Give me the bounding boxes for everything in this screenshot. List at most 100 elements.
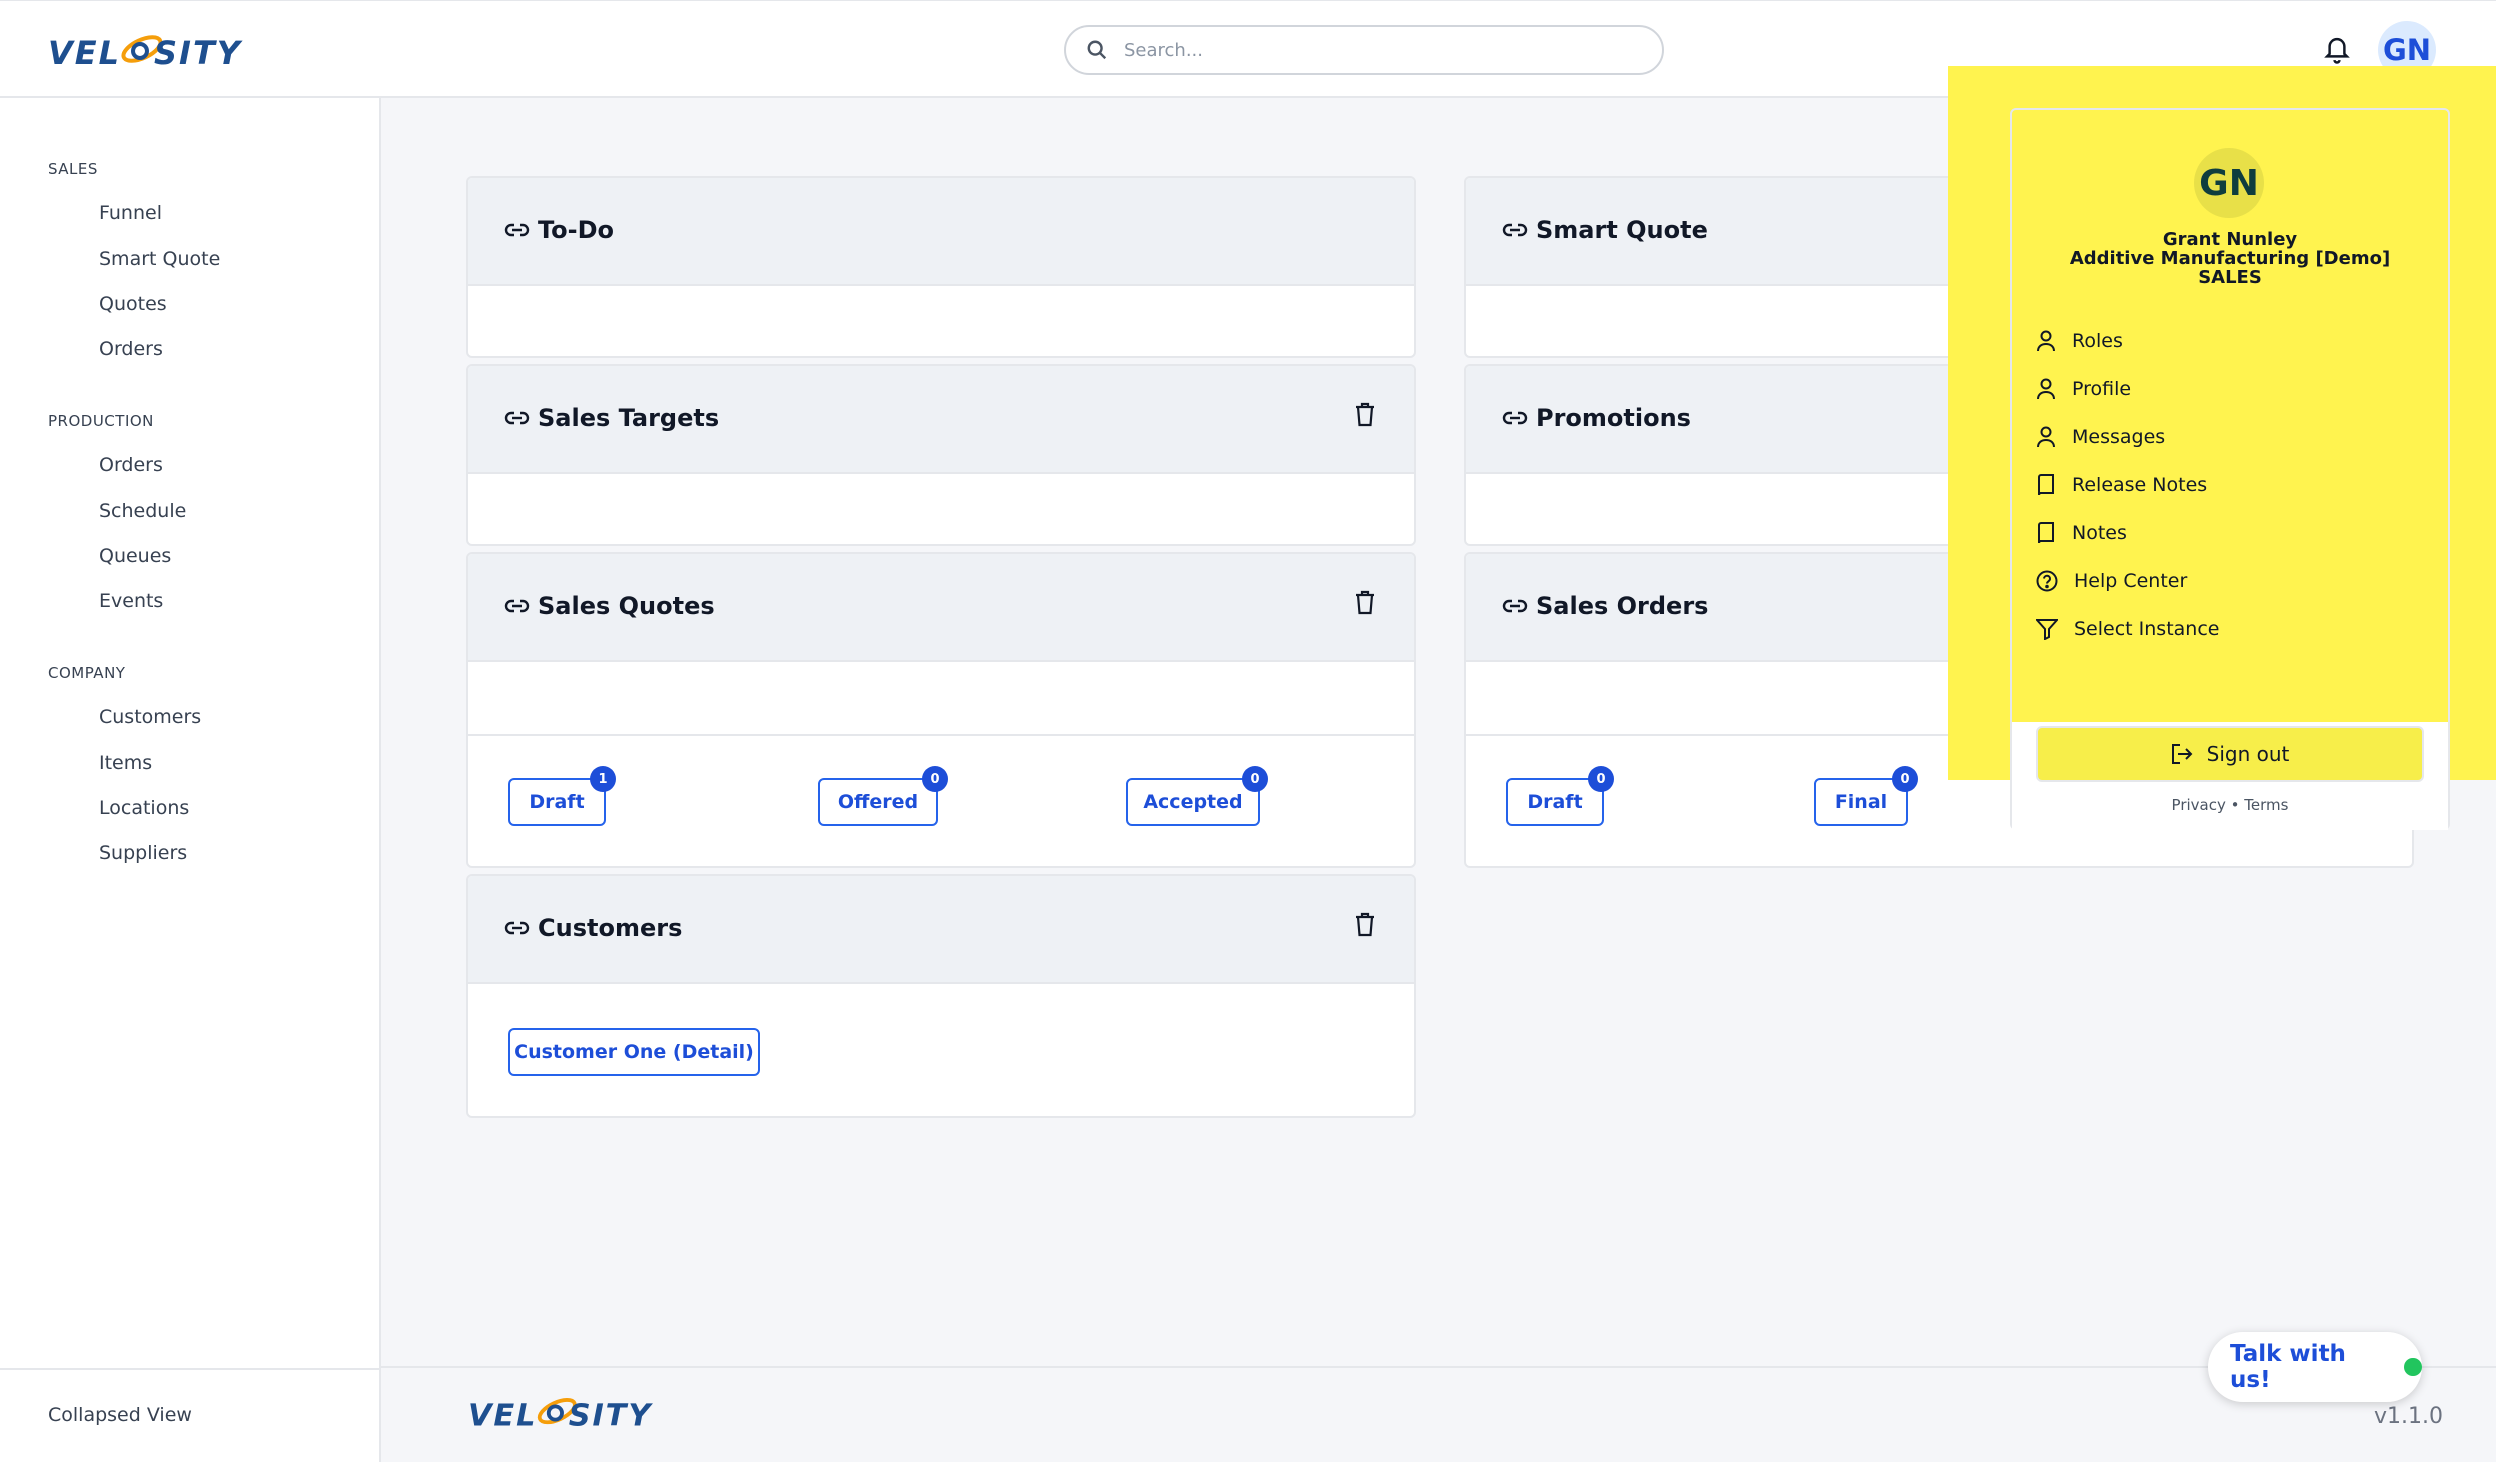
- sidebar-item-sales-orders[interactable]: Orders: [99, 338, 163, 360]
- menu-item-messages-label: Messages: [2072, 426, 2166, 448]
- dropdown-avatar: GN: [2194, 148, 2264, 218]
- sales-targets-card-header: Sales Targets: [468, 366, 1414, 474]
- sidebar: SALES Funnel Smart Quote Quotes Orders P…: [0, 98, 381, 1462]
- promotions-card-link[interactable]: Promotions: [1502, 404, 1691, 432]
- sidebar-item-production-orders[interactable]: Orders: [99, 454, 163, 476]
- user-icon: [2037, 426, 2055, 448]
- link-icon: [504, 921, 530, 935]
- sales-quotes-card-header: Sales Quotes: [468, 554, 1414, 662]
- menu-item-help-center-label: Help Center: [2074, 570, 2188, 592]
- sales-quotes-card-title: Sales Quotes: [538, 592, 715, 620]
- quote-accepted-count-badge: 0: [1242, 766, 1268, 792]
- sidebar-section-production: PRODUCTION: [48, 412, 154, 430]
- sidebar-item-locations[interactable]: Locations: [99, 797, 189, 819]
- user-icon: [2037, 330, 2055, 352]
- sidebar-divider: [0, 1368, 381, 1370]
- menu-item-roles-label: Roles: [2072, 330, 2123, 352]
- sign-out-icon: [2171, 744, 2193, 764]
- sidebar-section-sales: SALES: [48, 160, 98, 178]
- trash-icon[interactable]: [1354, 402, 1376, 432]
- collapsed-view-toggle[interactable]: Collapsed View: [48, 1404, 192, 1426]
- link-icon: [1502, 599, 1528, 613]
- notification-bell-icon[interactable]: [2322, 33, 2352, 69]
- legal-links: Privacy • Terms: [2010, 796, 2450, 814]
- smart-quote-card-link[interactable]: Smart Quote: [1502, 216, 1708, 244]
- sales-quotes-card-link[interactable]: Sales Quotes: [504, 592, 715, 620]
- todo-card-title: To-Do: [538, 216, 615, 244]
- menu-item-help-center[interactable]: Help Center: [2036, 570, 2187, 592]
- sidebar-item-items[interactable]: Items: [99, 752, 152, 774]
- menu-item-roles[interactable]: Roles: [2036, 330, 2123, 352]
- sign-out-label: Sign out: [2206, 742, 2290, 766]
- menu-item-release-notes[interactable]: Release Notes: [2036, 474, 2207, 496]
- svg-text:SITY: SITY: [154, 34, 243, 72]
- dropdown-caret: [2396, 92, 2428, 108]
- trash-icon[interactable]: [1354, 590, 1376, 620]
- menu-item-notes[interactable]: Notes: [2036, 522, 2127, 544]
- sales-targets-card-title: Sales Targets: [538, 404, 720, 432]
- menu-item-profile-label: Profile: [2072, 378, 2132, 400]
- sign-out-button[interactable]: Sign out: [2036, 726, 2424, 782]
- sales-targets-card: Sales Targets: [466, 364, 1416, 546]
- todo-card-header: To-Do: [468, 178, 1414, 286]
- sidebar-item-funnel[interactable]: Funnel: [99, 202, 162, 224]
- quote-status-accepted-button[interactable]: Accepted: [1126, 778, 1260, 826]
- link-icon: [504, 411, 530, 425]
- velosity-logo[interactable]: VEL SITY: [48, 29, 241, 73]
- order-draft-count-badge: 0: [1588, 766, 1614, 792]
- sidebar-item-customers[interactable]: Customers: [99, 706, 201, 728]
- footer-velosity-logo: VEL SITY: [468, 1392, 658, 1438]
- link-icon: [504, 599, 530, 613]
- global-search[interactable]: [1064, 25, 1664, 75]
- user-role: SALES: [2198, 267, 2262, 288]
- book-icon: [2038, 474, 2054, 496]
- user-full-name: Grant Nunley: [2162, 229, 2298, 250]
- sidebar-item-events[interactable]: Events: [99, 590, 163, 612]
- link-icon: [504, 223, 530, 237]
- sidebar-item-suppliers[interactable]: Suppliers: [99, 842, 187, 864]
- customers-card-header: Customers: [468, 876, 1414, 984]
- sales-targets-card-link[interactable]: Sales Targets: [504, 404, 719, 432]
- filter-icon: [2036, 619, 2058, 640]
- menu-item-messages[interactable]: Messages: [2036, 426, 2165, 448]
- menu-item-release-notes-label: Release Notes: [2072, 474, 2208, 496]
- sidebar-item-quotes[interactable]: Quotes: [99, 293, 167, 315]
- menu-item-select-instance-label: Select Instance: [2074, 618, 2220, 640]
- svg-text:VEL: VEL: [468, 1398, 537, 1433]
- search-input[interactable]: [1124, 35, 1644, 65]
- online-status-dot: [2404, 1358, 2422, 1376]
- sidebar-section-company: COMPANY: [48, 664, 126, 682]
- sales-orders-card-link[interactable]: Sales Orders: [1502, 592, 1708, 620]
- todo-card-link[interactable]: To-Do: [504, 216, 614, 244]
- quote-offered-count-badge: 0: [922, 766, 948, 792]
- sidebar-item-smart-quote[interactable]: Smart Quote: [99, 248, 220, 270]
- user-company: Additive Manufacturing [Demo]: [2069, 248, 2391, 269]
- smart-quote-card-title: Smart Quote: [1536, 216, 1708, 244]
- quote-status-offered-button[interactable]: Offered: [818, 778, 938, 826]
- trash-icon[interactable]: [1354, 912, 1376, 942]
- quote-draft-count-badge: 1: [590, 766, 616, 792]
- logo-mark: VEL SITY: [48, 34, 243, 72]
- menu-item-notes-label: Notes: [2072, 522, 2127, 544]
- search-icon: [1086, 39, 1108, 65]
- sales-orders-card-title: Sales Orders: [1536, 592, 1709, 620]
- svg-text:VEL: VEL: [48, 34, 121, 72]
- menu-item-profile[interactable]: Profile: [2036, 378, 2131, 400]
- svg-text:SITY: SITY: [569, 1398, 654, 1433]
- order-final-count-badge: 0: [1892, 766, 1918, 792]
- terms-link[interactable]: Terms: [2244, 796, 2288, 814]
- customer-one-detail-button[interactable]: Customer One (Detail): [508, 1028, 760, 1076]
- help-circle-icon: [2036, 570, 2058, 592]
- talk-with-us-chat-button[interactable]: Talk with us!: [2208, 1332, 2422, 1402]
- app-version: v1.1.0: [2374, 1404, 2443, 1429]
- menu-item-select-instance[interactable]: Select Instance: [2036, 618, 2219, 640]
- todo-card: To-Do: [466, 176, 1416, 358]
- customers-card-title: Customers: [538, 914, 683, 942]
- sidebar-item-queues[interactable]: Queues: [99, 545, 171, 567]
- customers-card-link[interactable]: Customers: [504, 914, 682, 942]
- privacy-link[interactable]: Privacy: [2172, 796, 2226, 814]
- link-icon: [1502, 411, 1528, 425]
- chat-label: Talk with us!: [2230, 1341, 2346, 1393]
- sidebar-item-schedule[interactable]: Schedule: [99, 500, 186, 522]
- legal-separator: •: [2230, 796, 2240, 814]
